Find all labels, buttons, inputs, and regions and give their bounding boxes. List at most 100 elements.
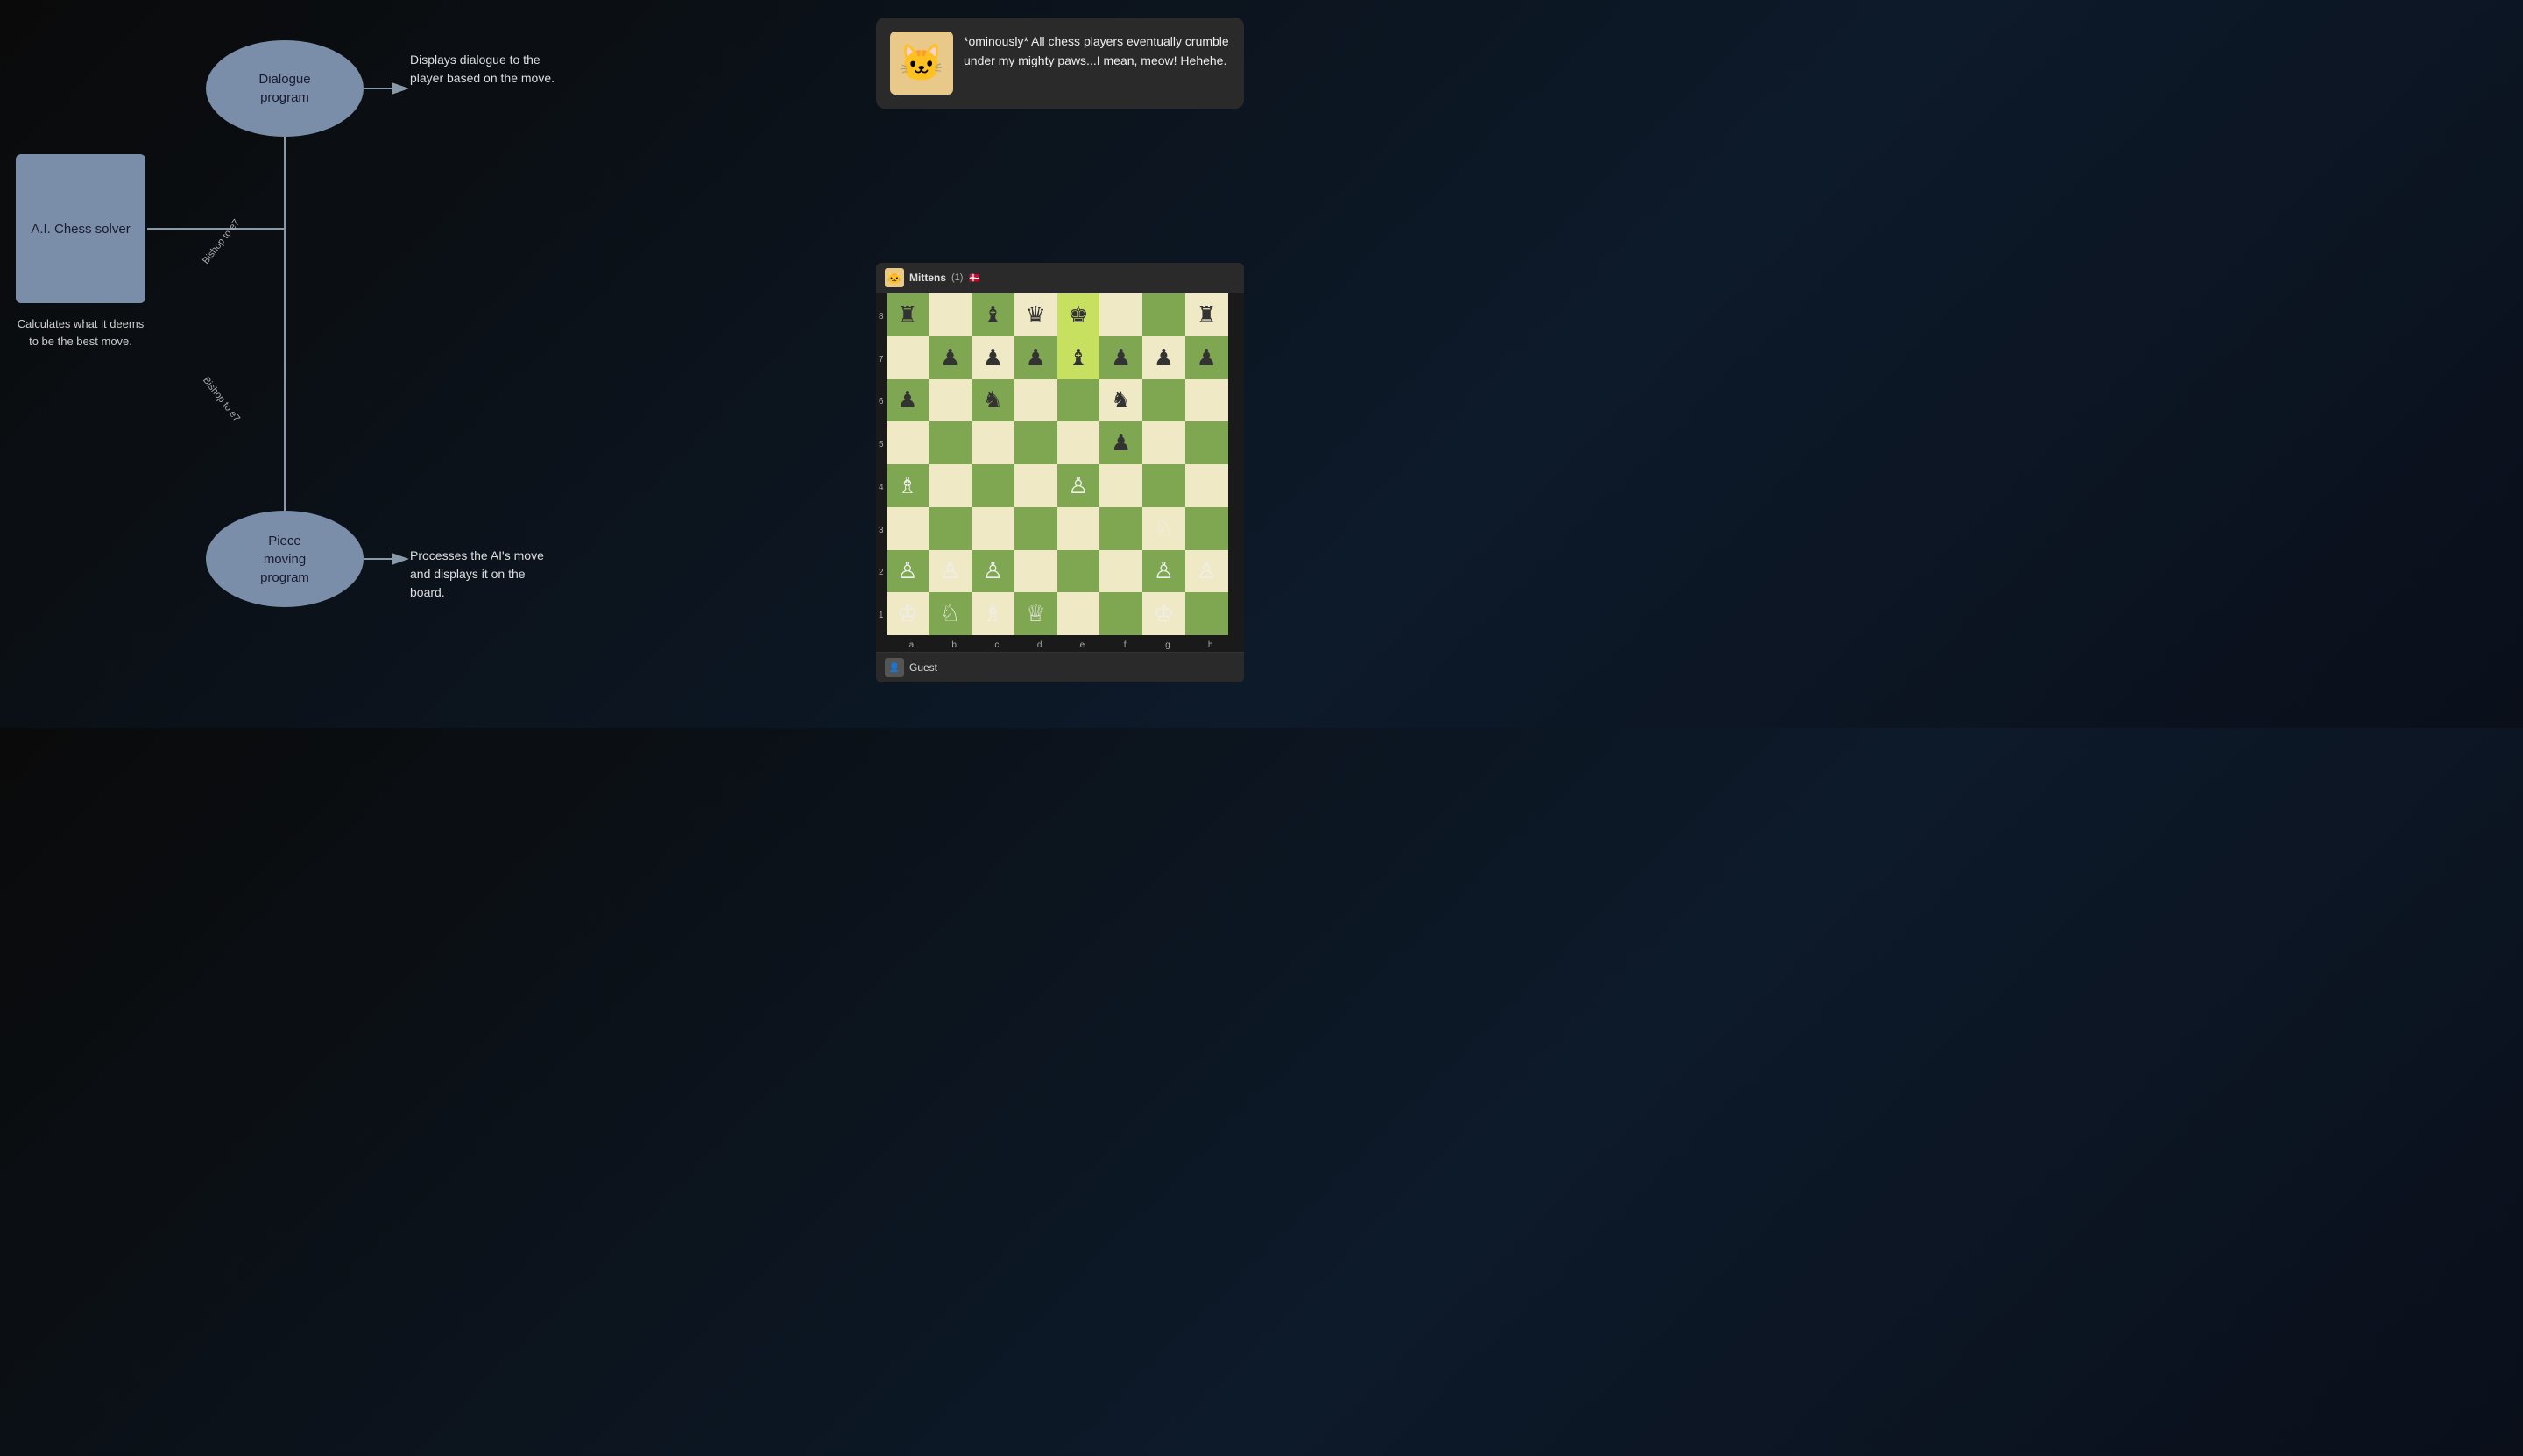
square-c1: ♗ <box>972 592 1014 635</box>
file-d: d <box>1018 640 1061 650</box>
square-e5 <box>1057 421 1100 464</box>
bottom-player-name: Guest <box>909 661 937 674</box>
ai-solver-label: A.I. Chess solver <box>31 220 130 238</box>
square-e6 <box>1057 379 1100 422</box>
square-b4 <box>929 464 972 507</box>
square-c3 <box>972 507 1014 550</box>
board-with-ranks: 8 7 6 5 4 3 2 1 ♜ ♝ ♛ ♚ ♜ ♟ ♟ ♟ ♝ ♟ ♟ <box>876 293 1244 639</box>
square-b3 <box>929 507 972 550</box>
chess-panel: 🐱 Mittens (1) 🇩🇰 8 7 6 5 4 3 2 1 ♜ ♝ ♛ ♚… <box>876 263 1244 682</box>
rank-2: 2 <box>879 552 884 595</box>
square-b2: ♙ <box>929 550 972 593</box>
square-b7: ♟ <box>929 336 972 379</box>
file-g: g <box>1147 640 1190 650</box>
file-h: h <box>1189 640 1232 650</box>
lower-line-label: Bishop to e7 <box>201 375 242 424</box>
square-b6 <box>929 379 972 422</box>
square-g5 <box>1142 421 1185 464</box>
chat-bubble: 🐱 *ominously* All chess players eventual… <box>876 18 1244 109</box>
square-c5 <box>972 421 1014 464</box>
square-g1: ♔ <box>1142 592 1185 635</box>
square-b5 <box>929 421 972 464</box>
piece-moving-label: Piecemovingprogram <box>260 532 309 587</box>
square-c8: ♝ <box>972 293 1014 336</box>
square-e1 <box>1057 592 1100 635</box>
rank-8: 8 <box>879 295 884 338</box>
square-d7: ♟ <box>1014 336 1057 379</box>
square-h3 <box>1185 507 1228 550</box>
square-a3 <box>887 507 929 550</box>
square-d8: ♛ <box>1014 293 1057 336</box>
square-c4 <box>972 464 1014 507</box>
dialogue-description: Displays dialogue to the player based on… <box>410 51 559 88</box>
square-d1: ♕ <box>1014 592 1057 635</box>
square-g3: ♘ <box>1142 507 1185 550</box>
rank-4: 4 <box>879 466 884 509</box>
square-g7: ♟ <box>1142 336 1185 379</box>
chess-board: ♜ ♝ ♛ ♚ ♜ ♟ ♟ ♟ ♝ ♟ ♟ ♟ ♟ ♞ ♞ <box>887 293 1228 635</box>
square-e7: ♝ <box>1057 336 1100 379</box>
square-c6: ♞ <box>972 379 1014 422</box>
square-f3 <box>1099 507 1142 550</box>
piece-moving-ellipse: Piecemovingprogram <box>206 511 364 607</box>
square-f7: ♟ <box>1099 336 1142 379</box>
square-a8: ♜ <box>887 293 929 336</box>
square-a6: ♟ <box>887 379 929 422</box>
square-e2 <box>1057 550 1100 593</box>
cat-avatar: 🐱 <box>890 32 953 95</box>
square-h5 <box>1185 421 1228 464</box>
square-a2: ♙ <box>887 550 929 593</box>
ai-solver-box: A.I. Chess solver <box>16 154 145 303</box>
square-g6 <box>1142 379 1185 422</box>
dialogue-label: Dialogueprogram <box>258 70 310 107</box>
square-f8 <box>1099 293 1142 336</box>
square-f1 <box>1099 592 1142 635</box>
square-b8 <box>929 293 972 336</box>
file-labels: a b c d e f g h <box>890 639 1232 652</box>
ai-solver-description: Calculates what it deems to be the best … <box>16 315 145 350</box>
square-g4 <box>1142 464 1185 507</box>
square-a5 <box>887 421 929 464</box>
top-player-flag: 🇩🇰 <box>968 272 980 284</box>
square-h2: ♙ <box>1185 550 1228 593</box>
square-f4 <box>1099 464 1142 507</box>
top-player-avatar: 🐱 <box>885 268 904 287</box>
file-a: a <box>890 640 933 650</box>
chess-footer: 👤 Guest <box>876 652 1244 682</box>
square-a1: ♔ <box>887 592 929 635</box>
square-h7: ♟ <box>1185 336 1228 379</box>
square-e8: ♚ <box>1057 293 1100 336</box>
bottom-player-avatar: 👤 <box>885 658 904 677</box>
rank-7: 7 <box>879 338 884 381</box>
piece-moving-description: Processes the AI's move and displays it … <box>410 547 559 602</box>
file-f: f <box>1104 640 1147 650</box>
square-c2: ♙ <box>972 550 1014 593</box>
file-c: c <box>976 640 1019 650</box>
square-d3 <box>1014 507 1057 550</box>
square-g2: ♙ <box>1142 550 1185 593</box>
rank-3: 3 <box>879 509 884 552</box>
square-d2 <box>1014 550 1057 593</box>
square-f2 <box>1099 550 1142 593</box>
square-d5 <box>1014 421 1057 464</box>
square-h8: ♜ <box>1185 293 1228 336</box>
rank-5: 5 <box>879 423 884 466</box>
rank-1: 1 <box>879 594 884 637</box>
square-e3 <box>1057 507 1100 550</box>
square-e4: ♙ <box>1057 464 1100 507</box>
top-player-name: Mittens <box>909 272 946 284</box>
square-f6: ♞ <box>1099 379 1142 422</box>
file-e: e <box>1061 640 1104 650</box>
dialogue-ellipse: Dialogueprogram <box>206 40 364 137</box>
square-h4 <box>1185 464 1228 507</box>
square-b1: ♘ <box>929 592 972 635</box>
square-a7 <box>887 336 929 379</box>
rank-labels: 8 7 6 5 4 3 2 1 <box>876 293 887 639</box>
upper-line-label: Bishop to e7 <box>201 217 242 266</box>
square-a4: ♗ <box>887 464 929 507</box>
square-d4 <box>1014 464 1057 507</box>
square-c7: ♟ <box>972 336 1014 379</box>
chat-message: *ominously* All chess players eventually… <box>964 32 1230 71</box>
square-g8 <box>1142 293 1185 336</box>
chess-header: 🐱 Mittens (1) 🇩🇰 <box>876 263 1244 293</box>
